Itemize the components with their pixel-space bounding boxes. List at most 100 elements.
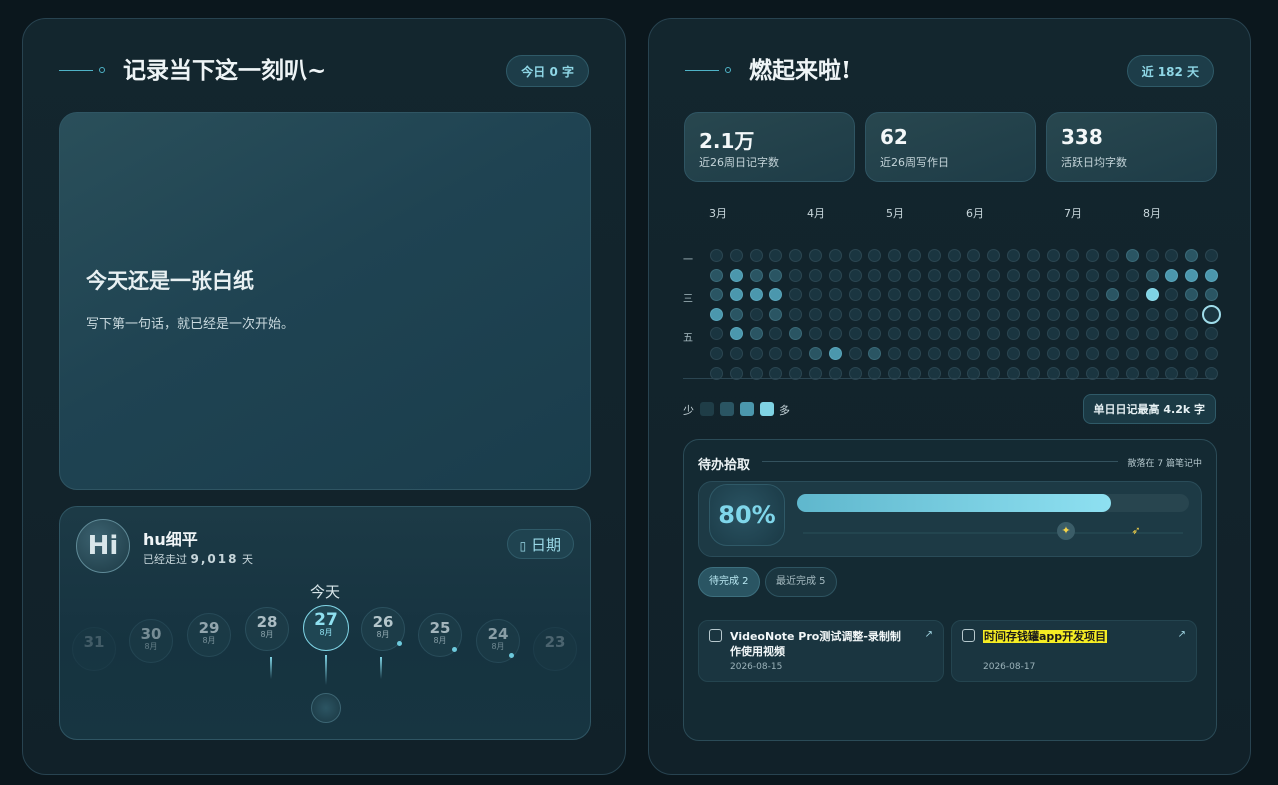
heatmap-cell[interactable]	[789, 288, 803, 302]
heatmap-cell[interactable]	[1125, 288, 1139, 302]
heatmap-cell[interactable]	[967, 288, 981, 302]
heatmap-cell[interactable]	[1066, 249, 1080, 262]
heatmap-cell[interactable]	[749, 327, 763, 341]
heatmap-cell[interactable]	[1066, 327, 1080, 341]
todo-checkbox[interactable]	[962, 629, 975, 642]
heatmap-cell[interactable]	[1026, 288, 1040, 302]
heatmap-cell[interactable]	[1205, 327, 1218, 341]
heatmap-cell[interactable]	[809, 249, 822, 262]
heatmap-cell[interactable]	[1007, 268, 1020, 282]
heatmap-cell[interactable]	[710, 249, 723, 262]
date-chip[interactable]: 30 8月	[129, 619, 173, 663]
tab-recent-done[interactable]: 最近完成 5	[765, 567, 837, 597]
heatmap-cell[interactable]	[1205, 249, 1218, 262]
heatmap-cell[interactable]	[1145, 307, 1159, 321]
heatmap-cell[interactable]	[828, 249, 842, 262]
heatmap-cell[interactable]	[868, 307, 882, 321]
heatmap-cell[interactable]	[848, 249, 862, 262]
heatmap-cell[interactable]	[729, 327, 743, 341]
heatmap-cell[interactable]	[809, 288, 822, 302]
heatmap-cell[interactable]	[848, 327, 862, 341]
heatmap-cell[interactable]	[987, 288, 1001, 302]
heatmap-cell[interactable]	[908, 288, 921, 302]
heatmap-cell[interactable]	[947, 288, 961, 302]
heatmap-cell[interactable]	[868, 347, 882, 360]
heatmap-cell[interactable]	[1165, 347, 1179, 360]
heatmap-cell[interactable]	[1106, 268, 1119, 282]
heatmap-cell[interactable]	[1046, 288, 1060, 302]
heatmap-cell[interactable]	[927, 288, 941, 302]
heatmap-cell[interactable]	[828, 327, 842, 341]
heatmap-cell[interactable]	[927, 307, 941, 321]
open-arrow-icon[interactable]: ↗	[925, 629, 933, 640]
heatmap-cell[interactable]	[967, 249, 981, 262]
heatmap-cell[interactable]	[967, 347, 981, 360]
heatmap-cell[interactable]	[1185, 249, 1199, 262]
heatmap-cell[interactable]	[1205, 347, 1218, 360]
heatmap-cell[interactable]	[908, 327, 921, 341]
heatmap-cell[interactable]	[1026, 327, 1040, 341]
heatmap-cell[interactable]	[908, 307, 921, 321]
date-chip[interactable]: 29 8月	[187, 613, 231, 657]
open-arrow-icon[interactable]: ↗	[1178, 629, 1186, 640]
heatmap-cell[interactable]	[1026, 268, 1040, 282]
heatmap-cell[interactable]	[1046, 327, 1060, 341]
heatmap-cell[interactable]	[1007, 288, 1020, 302]
heatmap-cell[interactable]	[789, 268, 803, 282]
heatmap-cell[interactable]	[888, 268, 902, 282]
heatmap-cell[interactable]	[947, 327, 961, 341]
heatmap-cell[interactable]	[1205, 268, 1218, 282]
date-chip[interactable]: 27 8月	[303, 605, 349, 651]
heatmap-cell[interactable]	[828, 307, 842, 321]
heatmap-cell[interactable]	[987, 268, 1001, 282]
heatmap-cell[interactable]	[987, 327, 1001, 341]
heatmap-cell[interactable]	[828, 288, 842, 302]
heatmap-cell[interactable]	[908, 347, 921, 360]
heatmap-cell[interactable]	[927, 268, 941, 282]
heatmap-cell[interactable]	[848, 288, 862, 302]
heatmap-cell[interactable]	[987, 249, 1001, 262]
date-chip[interactable]: 31	[72, 627, 116, 671]
diary-editor-card[interactable]: 今天还是一张白纸 写下第一句话，就已经是一次开始。	[59, 112, 591, 490]
todo-checkbox[interactable]	[709, 629, 722, 642]
heatmap-cell[interactable]	[1106, 347, 1119, 360]
heatmap-cell[interactable]	[789, 347, 803, 360]
heatmap-cell[interactable]	[927, 249, 941, 262]
heatmap-cell[interactable]	[1086, 268, 1100, 282]
heatmap-cell[interactable]	[749, 249, 763, 262]
heatmap-cell[interactable]	[888, 288, 902, 302]
heatmap-cell[interactable]	[1185, 288, 1199, 302]
heatmap-cell[interactable]	[1086, 347, 1100, 360]
heatmap-cell[interactable]	[1046, 249, 1060, 262]
date-chip[interactable]: 23	[533, 627, 577, 671]
heatmap-cell[interactable]	[1086, 307, 1100, 321]
date-chip[interactable]: 28 8月	[245, 607, 289, 651]
heatmap-cell[interactable]	[848, 307, 862, 321]
heatmap-cell[interactable]	[1106, 249, 1119, 262]
heatmap-cell[interactable]	[1066, 307, 1080, 321]
heatmap-cell[interactable]	[749, 347, 763, 360]
range-selector[interactable]: 近 182 天	[1126, 55, 1214, 87]
heatmap-cell[interactable]	[1185, 347, 1199, 360]
heatmap-cell[interactable]	[1026, 347, 1040, 360]
heatmap-cell[interactable]	[1066, 347, 1080, 360]
heatmap-cell[interactable]	[789, 249, 803, 262]
heatmap-cell[interactable]	[1066, 288, 1080, 302]
heatmap-cell[interactable]	[1165, 249, 1179, 262]
heatmap-cell[interactable]	[1185, 327, 1199, 341]
heatmap-cell[interactable]	[1185, 307, 1199, 321]
heatmap-cell[interactable]	[1165, 268, 1179, 282]
tab-pending[interactable]: 待完成 2	[698, 567, 760, 597]
heatmap-cell[interactable]	[729, 268, 743, 282]
heatmap-cell[interactable]	[888, 347, 902, 360]
avatar[interactable]: Hi	[76, 519, 130, 573]
heatmap-cell[interactable]	[1125, 249, 1139, 262]
heatmap-cell[interactable]	[947, 307, 961, 321]
heatmap-cell[interactable]	[769, 347, 783, 360]
heatmap-cell[interactable]	[927, 347, 941, 360]
heatmap-cell[interactable]	[710, 288, 723, 302]
heatmap-cell[interactable]	[1145, 268, 1159, 282]
heatmap-cell[interactable]	[729, 288, 743, 302]
heatmap-cell[interactable]	[1106, 327, 1119, 341]
heatmap-cell[interactable]	[987, 307, 1001, 321]
